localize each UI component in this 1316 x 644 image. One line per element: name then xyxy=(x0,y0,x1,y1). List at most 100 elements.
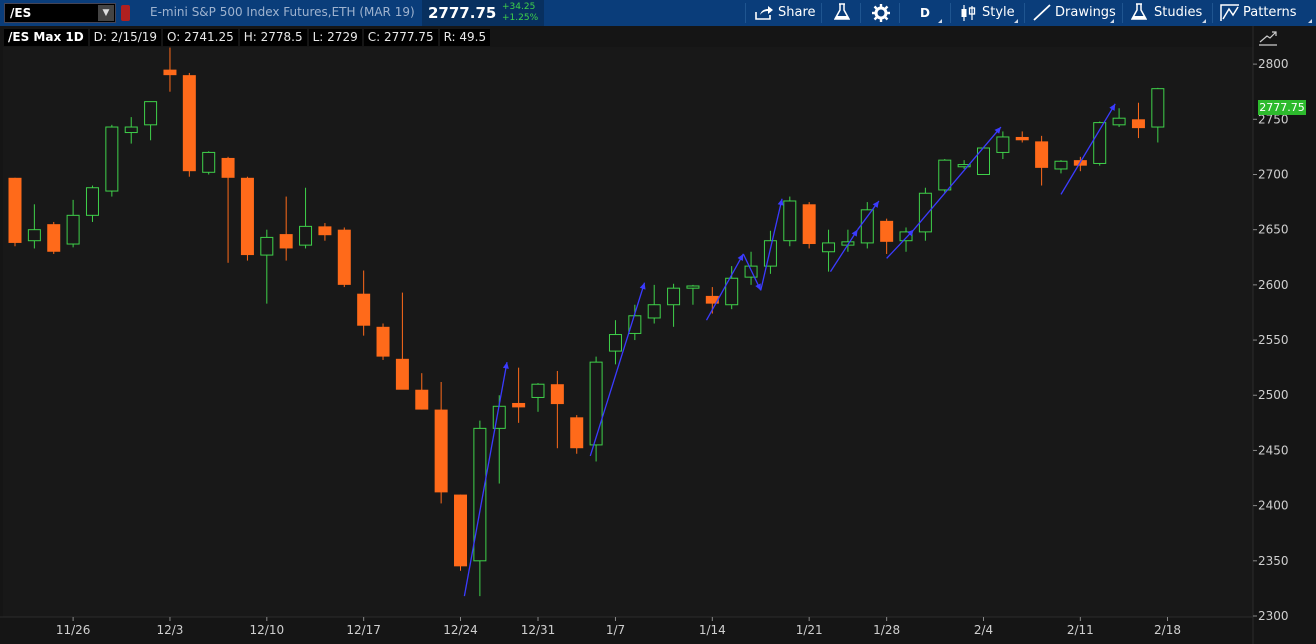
candle-body xyxy=(1151,88,1165,128)
candle-body xyxy=(163,69,177,76)
chart-title: /ES Max 1D xyxy=(4,29,88,46)
candle xyxy=(802,202,816,249)
candle xyxy=(454,494,468,571)
candle-body xyxy=(279,234,293,249)
candle-body xyxy=(822,242,836,253)
time-tick-label: 12/17 xyxy=(346,623,381,637)
bar-low: L: 2729 xyxy=(308,29,362,46)
price-tick-label: 2600 xyxy=(1258,278,1289,292)
time-tick-label: 1/28 xyxy=(873,623,900,637)
candle xyxy=(376,323,390,360)
expand-icon[interactable] xyxy=(1258,30,1278,46)
price-tick-label: 2700 xyxy=(1258,167,1289,181)
price-tick-label: 2450 xyxy=(1258,443,1289,457)
candle-body xyxy=(376,326,390,357)
bar-high: H: 2778.5 xyxy=(239,29,307,46)
candle xyxy=(202,151,216,175)
time-tick-label: 12/10 xyxy=(250,623,285,637)
chart-info-bar: /ES Max 1D D: 2/15/19 O: 2741.25 H: 2778… xyxy=(4,29,492,46)
candle-body xyxy=(938,159,952,191)
candle xyxy=(182,72,196,177)
candle-body xyxy=(550,384,564,405)
candle-body xyxy=(337,229,351,285)
price-axis: 2800275027002650260025502500245024002350… xyxy=(1253,57,1289,623)
bar-close: C: 2777.75 xyxy=(363,29,438,46)
candle-body xyxy=(918,192,932,233)
price-tick-label: 2400 xyxy=(1258,499,1289,513)
candle-body xyxy=(667,287,681,306)
candle-body xyxy=(66,214,80,245)
price-tick-label: 2550 xyxy=(1258,333,1289,347)
candle xyxy=(105,124,119,197)
bar-range: R: 49.5 xyxy=(439,29,491,46)
candle-body xyxy=(415,389,429,410)
candle-body xyxy=(1035,141,1049,168)
last-price-tag: 2777.75 xyxy=(1258,100,1306,115)
candle xyxy=(977,146,990,175)
candle-body xyxy=(686,285,700,289)
time-tick-label: 1/21 xyxy=(796,623,823,637)
bar-date: D: 2/15/19 xyxy=(89,29,162,46)
time-tick-label: 11/26 xyxy=(56,623,91,637)
candle-body xyxy=(182,75,196,172)
candle-body xyxy=(144,101,158,126)
candle-body xyxy=(434,409,448,493)
candle-body xyxy=(202,151,216,173)
candle-body xyxy=(1131,119,1145,129)
candle-body xyxy=(608,334,622,352)
price-tick-label: 2800 xyxy=(1258,57,1289,71)
candle xyxy=(240,176,254,261)
candle-body xyxy=(763,240,777,267)
candle-body xyxy=(589,361,603,446)
bar-open: O: 2741.25 xyxy=(163,29,238,46)
candle-body xyxy=(357,293,371,326)
candle xyxy=(1093,121,1107,166)
candle-body xyxy=(880,220,894,242)
candle-body xyxy=(8,177,22,243)
candle-body xyxy=(570,417,584,449)
time-tick-label: 2/11 xyxy=(1067,623,1094,637)
time-tick-label: 2/18 xyxy=(1154,623,1181,637)
candle-body xyxy=(27,229,41,242)
candle-body xyxy=(473,427,487,562)
price-tick-label: 2300 xyxy=(1258,609,1289,623)
candle xyxy=(570,415,584,454)
candle-body xyxy=(996,136,1010,153)
candle-body xyxy=(299,225,313,246)
time-tick-label: 12/24 xyxy=(443,623,478,637)
time-tick-label: 1/14 xyxy=(699,623,726,637)
candle-body xyxy=(85,187,99,216)
price-tick-label: 2650 xyxy=(1258,223,1289,237)
candle-body xyxy=(1015,136,1029,141)
candle-body xyxy=(260,236,274,256)
candle-body xyxy=(221,157,235,178)
candle-body xyxy=(802,204,816,245)
candle-body xyxy=(124,126,138,134)
time-tick-label: 1/7 xyxy=(606,623,625,637)
candle-body xyxy=(1054,160,1068,170)
candle-body xyxy=(647,304,661,319)
price-tick-label: 2350 xyxy=(1258,554,1289,568)
candle-body xyxy=(395,358,409,390)
candle xyxy=(337,227,351,288)
time-tick-label: 2/4 xyxy=(974,623,993,637)
candle-body xyxy=(454,494,468,567)
candle xyxy=(783,196,797,247)
candle xyxy=(8,177,22,247)
candle-body xyxy=(318,226,332,236)
candle-body xyxy=(512,402,526,408)
candle-body xyxy=(783,200,797,242)
price-tick-label: 2500 xyxy=(1258,388,1289,402)
price-chart[interactable]: 2800275027002650260025502500245024002350… xyxy=(0,0,1316,644)
time-axis: 11/26 12/3 12/10 12/17 12/24 12/31 1/7 1/14 1/21… xyxy=(56,617,1181,637)
time-tick-label: 12/31 xyxy=(521,623,556,637)
candle-body xyxy=(105,126,119,192)
candle xyxy=(47,221,61,254)
candle-body xyxy=(240,177,254,256)
candle-body xyxy=(531,383,545,398)
candle-body xyxy=(628,315,642,334)
candle-body xyxy=(47,224,61,252)
candle-body xyxy=(860,209,874,244)
time-tick-label: 12/3 xyxy=(156,623,183,637)
candle-body xyxy=(1112,117,1126,126)
